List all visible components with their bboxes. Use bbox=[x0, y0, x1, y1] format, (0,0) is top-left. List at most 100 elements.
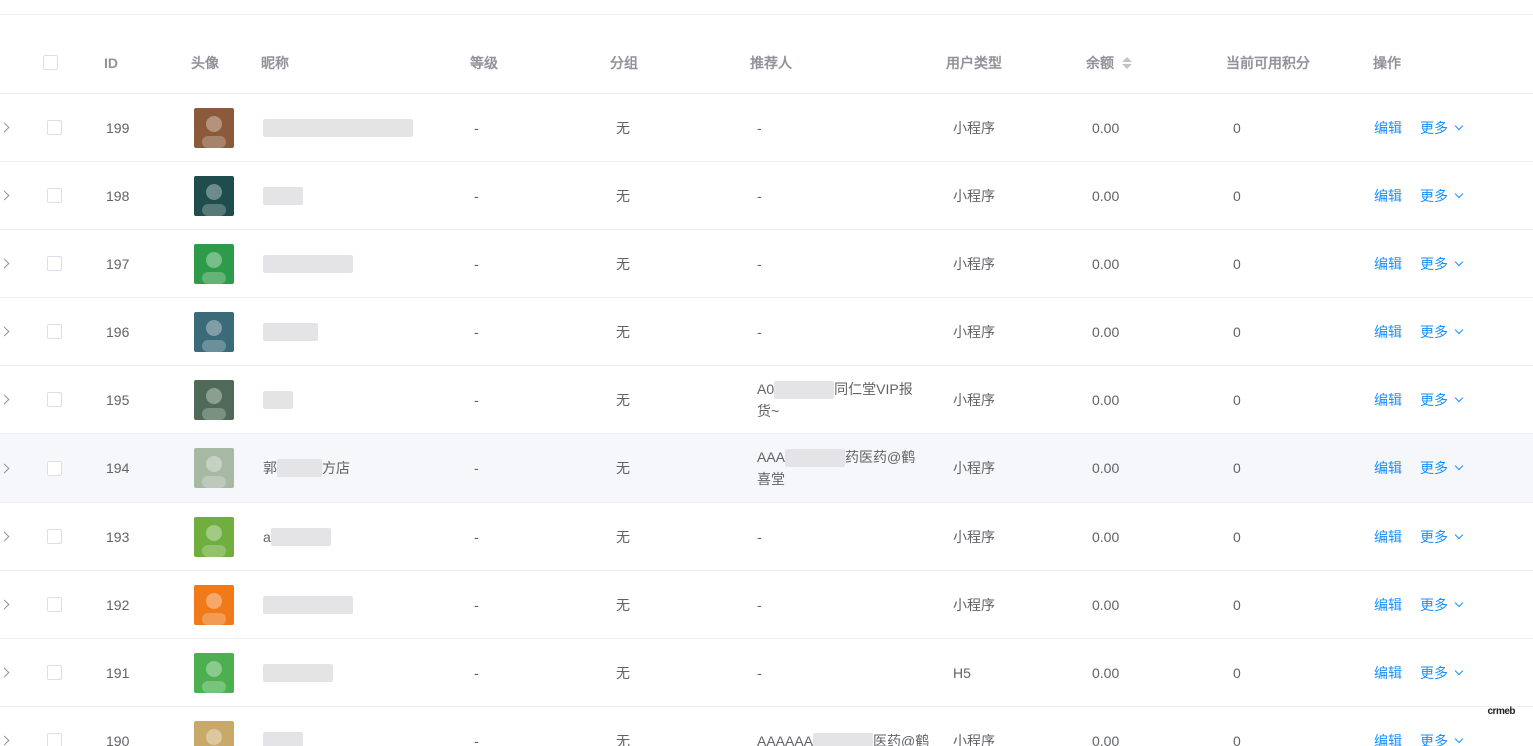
expand-toggle[interactable] bbox=[0, 94, 14, 161]
row-checkbox[interactable] bbox=[47, 256, 62, 271]
chevron-down-icon[interactable] bbox=[1454, 325, 1464, 334]
avatar[interactable] bbox=[194, 107, 234, 148]
more-dropdown[interactable]: 更多 bbox=[1420, 731, 1464, 746]
more-label[interactable]: 更多 bbox=[1420, 663, 1448, 683]
avatar[interactable] bbox=[194, 584, 234, 625]
table-row[interactable]: 195 - 无 A0 同仁堂VIP报 货~ 小程序 0.00 0 编辑 更多 bbox=[0, 366, 1533, 434]
avatar[interactable] bbox=[194, 175, 234, 216]
edit-link[interactable]: 编辑 bbox=[1374, 254, 1402, 274]
header-balance[interactable]: 余额 bbox=[1086, 32, 1132, 93]
table-row[interactable]: 196 - 无 - 小程序 0.00 0 编辑 更多 bbox=[0, 298, 1533, 366]
table-row[interactable]: 198 - 无 - 小程序 0.00 0 编辑 更多 bbox=[0, 162, 1533, 230]
more-label[interactable]: 更多 bbox=[1420, 731, 1448, 746]
more-label[interactable]: 更多 bbox=[1420, 595, 1448, 615]
edit-link[interactable]: 编辑 bbox=[1374, 186, 1402, 206]
table-row[interactable]: 190 - 无 AAAAAA 医药@鹤 小程序 0.00 0 编辑 更多 bbox=[0, 707, 1533, 746]
chevron-right-icon[interactable] bbox=[0, 531, 10, 542]
chevron-down-icon[interactable] bbox=[1454, 257, 1464, 266]
row-select-cell[interactable] bbox=[47, 366, 62, 433]
chevron-down-icon[interactable] bbox=[1454, 393, 1464, 402]
avatar[interactable] bbox=[194, 652, 234, 693]
chevron-right-icon[interactable] bbox=[0, 190, 10, 201]
avatar[interactable] bbox=[194, 448, 234, 488]
row-select-cell[interactable] bbox=[47, 162, 62, 229]
chevron-right-icon[interactable] bbox=[0, 122, 10, 133]
chevron-right-icon[interactable] bbox=[0, 394, 10, 405]
edit-link[interactable]: 编辑 bbox=[1374, 527, 1402, 547]
sort-icon[interactable] bbox=[1122, 56, 1132, 69]
avatar[interactable] bbox=[194, 311, 234, 352]
row-select-cell[interactable] bbox=[47, 571, 62, 638]
expand-toggle[interactable] bbox=[0, 707, 14, 746]
more-label[interactable]: 更多 bbox=[1420, 322, 1448, 342]
expand-toggle[interactable] bbox=[0, 298, 14, 365]
table-row[interactable]: 197 - 无 - 小程序 0.00 0 编辑 更多 bbox=[0, 230, 1533, 298]
more-dropdown[interactable]: 更多 bbox=[1420, 322, 1464, 342]
chevron-down-icon[interactable] bbox=[1454, 598, 1464, 607]
more-label[interactable]: 更多 bbox=[1420, 186, 1448, 206]
row-checkbox[interactable] bbox=[47, 460, 62, 476]
more-label[interactable]: 更多 bbox=[1420, 254, 1448, 274]
avatar[interactable] bbox=[194, 720, 234, 746]
expand-toggle[interactable] bbox=[0, 230, 14, 297]
chevron-down-icon[interactable] bbox=[1454, 734, 1464, 743]
more-dropdown[interactable]: 更多 bbox=[1420, 527, 1464, 547]
edit-link[interactable]: 编辑 bbox=[1374, 595, 1402, 615]
chevron-right-icon[interactable] bbox=[0, 258, 10, 269]
chevron-right-icon[interactable] bbox=[0, 735, 10, 746]
row-checkbox[interactable] bbox=[47, 392, 62, 407]
row-checkbox[interactable] bbox=[47, 665, 62, 680]
row-checkbox[interactable] bbox=[47, 529, 62, 544]
expand-toggle[interactable] bbox=[0, 434, 14, 502]
row-select-cell[interactable] bbox=[47, 707, 62, 746]
chevron-down-icon[interactable] bbox=[1454, 461, 1464, 471]
row-select-cell[interactable] bbox=[47, 230, 62, 297]
table-row[interactable]: 199 - 无 - 小程序 0.00 0 编辑 更多 bbox=[0, 94, 1533, 162]
select-all-cell[interactable] bbox=[43, 32, 58, 93]
row-select-cell[interactable] bbox=[47, 503, 62, 570]
row-checkbox[interactable] bbox=[47, 188, 62, 203]
row-select-cell[interactable] bbox=[47, 298, 62, 365]
chevron-right-icon[interactable] bbox=[0, 463, 10, 473]
chevron-down-icon[interactable] bbox=[1454, 666, 1464, 675]
sort-ascending-icon[interactable] bbox=[1122, 56, 1132, 62]
row-checkbox[interactable] bbox=[47, 324, 62, 339]
chevron-down-icon[interactable] bbox=[1454, 121, 1464, 130]
more-dropdown[interactable]: 更多 bbox=[1420, 254, 1464, 274]
edit-link[interactable]: 编辑 bbox=[1374, 322, 1402, 342]
chevron-down-icon[interactable] bbox=[1454, 189, 1464, 198]
more-label[interactable]: 更多 bbox=[1420, 390, 1448, 410]
row-checkbox[interactable] bbox=[47, 120, 62, 135]
more-dropdown[interactable]: 更多 bbox=[1420, 663, 1464, 683]
avatar[interactable] bbox=[194, 516, 234, 557]
edit-link[interactable]: 编辑 bbox=[1374, 390, 1402, 410]
chevron-right-icon[interactable] bbox=[0, 599, 10, 610]
avatar[interactable] bbox=[194, 243, 234, 284]
more-label[interactable]: 更多 bbox=[1420, 118, 1448, 138]
more-label[interactable]: 更多 bbox=[1420, 458, 1448, 478]
select-all-checkbox[interactable] bbox=[43, 55, 58, 70]
row-select-cell[interactable] bbox=[47, 639, 62, 706]
row-select-cell[interactable] bbox=[47, 434, 62, 502]
chevron-right-icon[interactable] bbox=[0, 326, 10, 337]
edit-link[interactable]: 编辑 bbox=[1374, 118, 1402, 138]
expand-toggle[interactable] bbox=[0, 639, 14, 706]
expand-toggle[interactable] bbox=[0, 366, 14, 433]
edit-link[interactable]: 编辑 bbox=[1374, 458, 1402, 478]
row-checkbox[interactable] bbox=[47, 597, 62, 612]
row-checkbox[interactable] bbox=[47, 733, 62, 746]
table-row[interactable]: 192 - 无 - 小程序 0.00 0 编辑 更多 bbox=[0, 571, 1533, 639]
more-dropdown[interactable]: 更多 bbox=[1420, 118, 1464, 138]
more-dropdown[interactable]: 更多 bbox=[1420, 595, 1464, 615]
sort-descending-icon[interactable] bbox=[1122, 63, 1132, 69]
table-row[interactable]: 194 郭 方店 - 无 AAA 药医药@鹤 喜堂 小程序 0.00 0 编辑 更多 bbox=[0, 434, 1533, 503]
more-label[interactable]: 更多 bbox=[1420, 527, 1448, 547]
avatar[interactable] bbox=[194, 379, 234, 420]
expand-toggle[interactable] bbox=[0, 503, 14, 570]
chevron-down-icon[interactable] bbox=[1454, 530, 1464, 539]
more-dropdown[interactable]: 更多 bbox=[1420, 458, 1464, 478]
more-dropdown[interactable]: 更多 bbox=[1420, 390, 1464, 410]
more-dropdown[interactable]: 更多 bbox=[1420, 186, 1464, 206]
table-row[interactable]: 191 - 无 - H5 0.00 0 编辑 更多 bbox=[0, 639, 1533, 707]
row-select-cell[interactable] bbox=[47, 94, 62, 161]
